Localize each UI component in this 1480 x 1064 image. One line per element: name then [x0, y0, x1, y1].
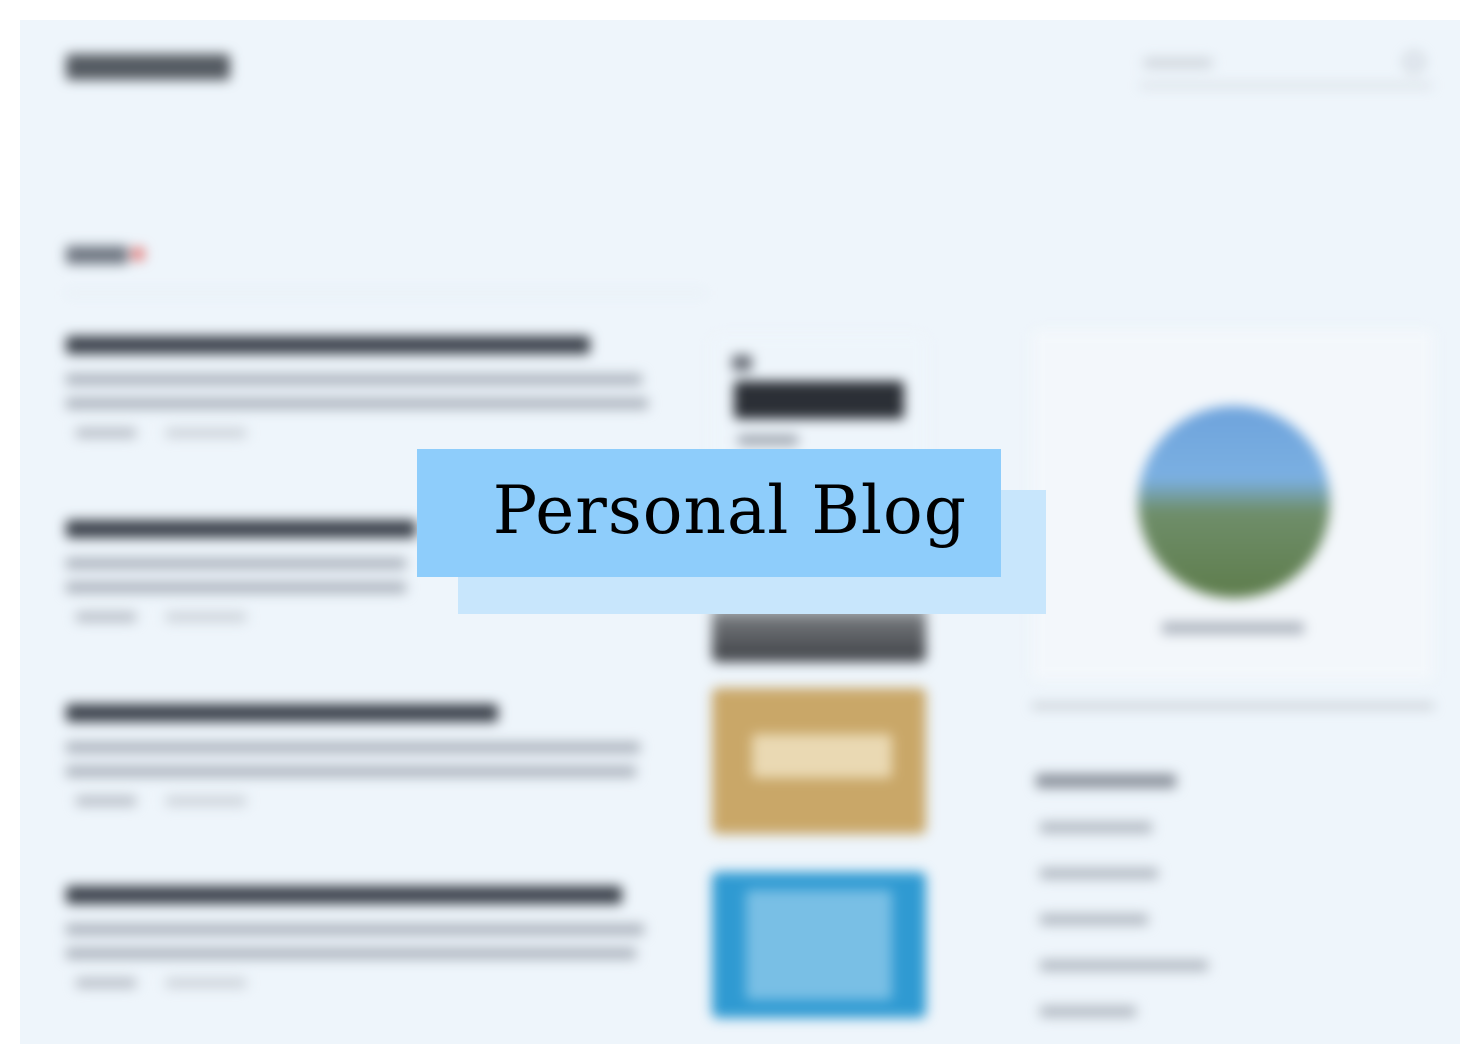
post-meta-author — [76, 796, 136, 806]
sidebar-link[interactable] — [1040, 914, 1148, 925]
thumbnail-shape — [738, 435, 798, 445]
section-heading-accent — [132, 248, 144, 260]
post-meta-date — [166, 978, 246, 988]
post-meta-author — [76, 978, 136, 988]
post-title[interactable] — [66, 704, 498, 722]
title-banner: Personal Blog — [417, 449, 1001, 577]
post-title[interactable] — [66, 336, 590, 354]
site-header — [20, 20, 1460, 120]
sidebar-link[interactable] — [1040, 960, 1208, 971]
post-thumbnail[interactable] — [712, 688, 926, 834]
post-item[interactable] — [66, 886, 666, 1016]
sidebar-link[interactable] — [1040, 822, 1152, 833]
post-title[interactable] — [66, 886, 622, 904]
sidebar-link[interactable] — [1040, 1006, 1136, 1017]
post-thumbnail[interactable] — [712, 872, 926, 1018]
post-excerpt-line — [66, 766, 636, 777]
post-excerpt-line — [66, 948, 636, 959]
post-meta-author — [76, 612, 136, 622]
profile-card — [1032, 330, 1434, 680]
post-excerpt-line — [66, 742, 640, 753]
post-meta-date — [166, 428, 246, 438]
post-excerpt-line — [66, 558, 406, 569]
search-placeholder — [1144, 58, 1212, 68]
post-meta-author — [76, 428, 136, 438]
sidebar-link[interactable] — [1040, 868, 1158, 879]
post-excerpt-line — [66, 582, 406, 593]
thumbnail-shape — [752, 734, 892, 778]
section-heading-text — [66, 246, 128, 264]
post-excerpt-line — [66, 924, 644, 935]
profile-name — [1162, 622, 1304, 634]
post-item[interactable] — [66, 336, 666, 466]
post-item[interactable] — [66, 704, 666, 834]
section-divider — [66, 292, 706, 294]
thumbnail-shape — [732, 355, 752, 371]
section-heading — [66, 240, 152, 268]
site-logo[interactable] — [66, 54, 230, 80]
sidebar-heading — [1036, 774, 1176, 788]
search-icon[interactable] — [1404, 52, 1424, 72]
post-title[interactable] — [66, 520, 416, 538]
sidebar-divider — [1032, 704, 1434, 708]
search-input[interactable] — [1140, 50, 1432, 87]
page-title: Personal Blog — [492, 472, 967, 549]
thumbnail-shape — [746, 890, 892, 1000]
post-excerpt-line — [66, 374, 642, 385]
avatar[interactable] — [1138, 406, 1330, 598]
thumbnail-shape — [734, 381, 904, 419]
post-meta-date — [166, 796, 246, 806]
post-excerpt-line — [66, 398, 648, 409]
post-meta-date — [166, 612, 246, 622]
